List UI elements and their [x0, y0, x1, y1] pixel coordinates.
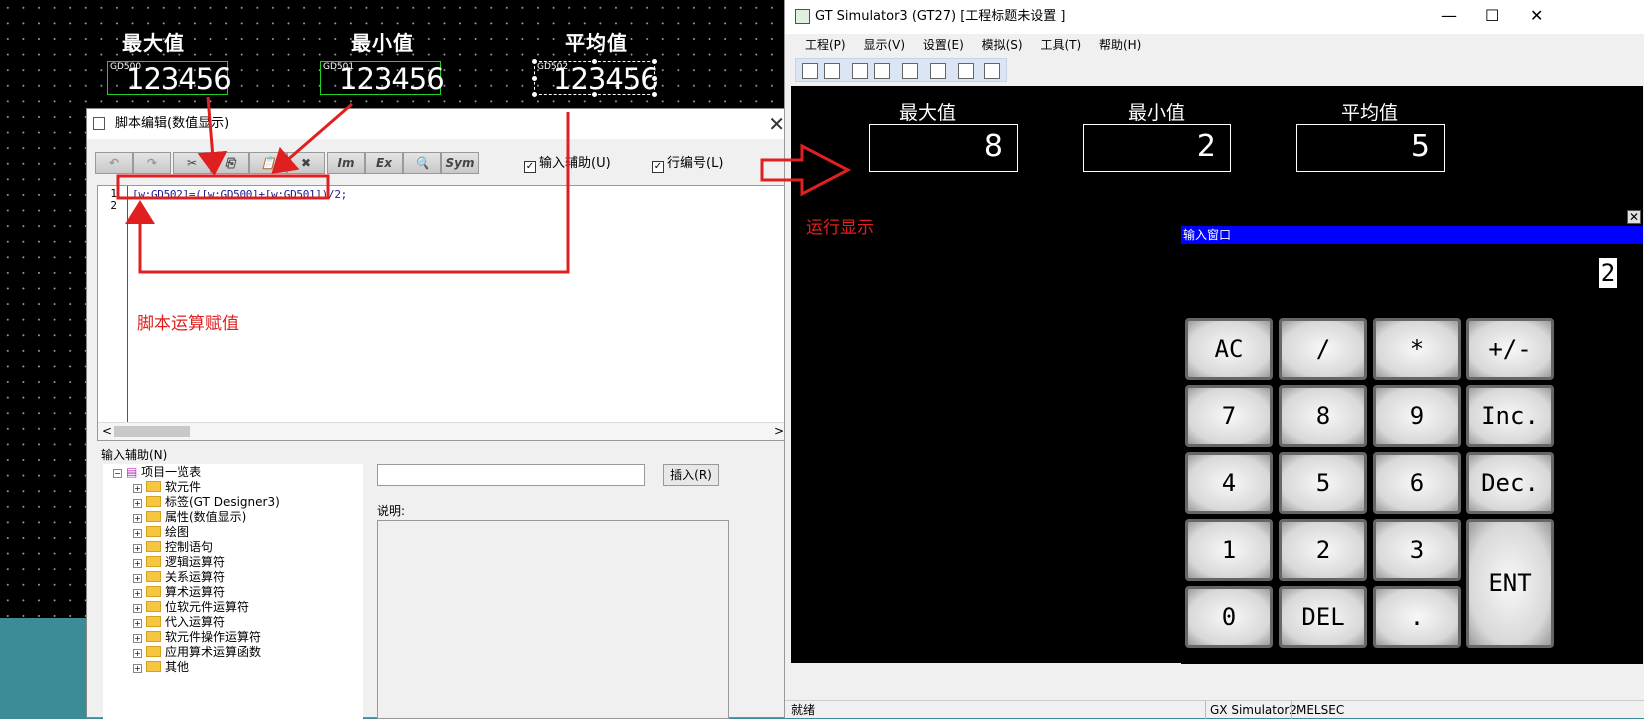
run-arrow — [760, 143, 852, 197]
run-annotation: 运行显示 — [806, 218, 874, 238]
script-annotation: 脚本运算赋值 — [137, 314, 239, 334]
arrow-gd500 — [197, 96, 228, 176]
annotation-overlay — [116, 96, 852, 274]
arrow-gd501 — [271, 102, 353, 174]
arrow-gd502 — [125, 112, 570, 274]
code-highlight-box — [116, 174, 330, 200]
